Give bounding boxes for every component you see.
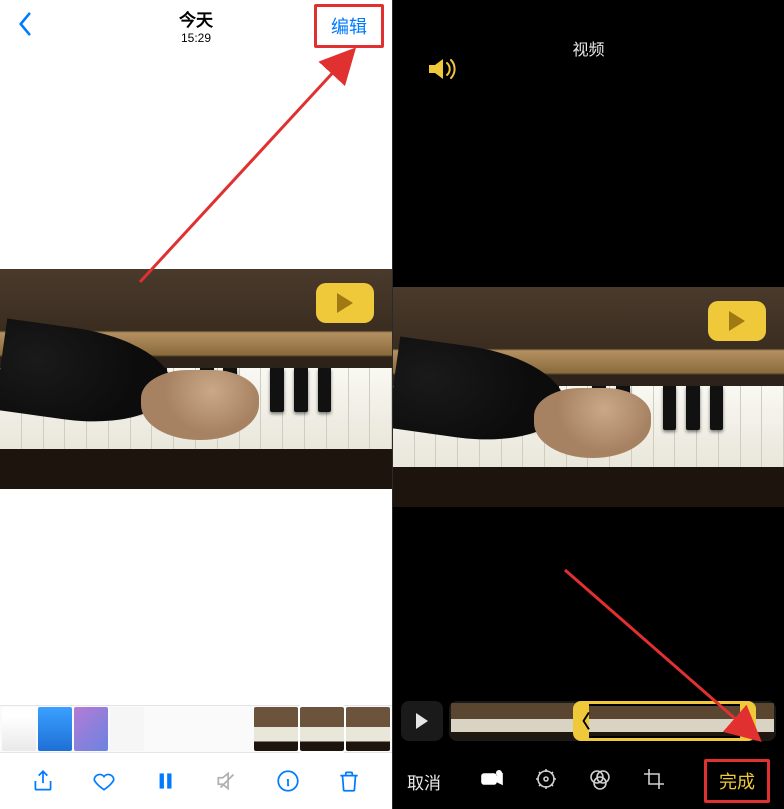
photos-preview-screen: 今天 15:29 编辑 (0, 0, 392, 809)
header-title: 今天 (179, 6, 213, 31)
mute-icon[interactable] (213, 767, 241, 795)
thumbnail-item[interactable] (346, 707, 390, 751)
pause-icon[interactable] (151, 767, 179, 795)
edit-button[interactable]: 编辑 (314, 4, 384, 48)
header-subtitle: 15:29 (179, 31, 213, 45)
crop-icon[interactable] (642, 767, 666, 796)
adjust-dial-icon[interactable] (534, 767, 558, 796)
filters-icon[interactable] (588, 767, 612, 796)
thumbnail-strip[interactable] (0, 705, 392, 753)
cancel-button[interactable]: 取消 (407, 769, 441, 794)
thumbnail-item[interactable] (254, 707, 298, 751)
thumbnail-item[interactable] (110, 707, 144, 751)
video-play-badge-icon (708, 301, 766, 341)
back-chevron-icon[interactable] (8, 12, 42, 41)
done-button[interactable]: 完成 (704, 759, 770, 803)
right-toolbar: 取消 完成 (393, 753, 784, 809)
video-edit-screen: 视频 取消 (392, 0, 784, 809)
trim-timeline[interactable] (449, 701, 776, 741)
timeline-row (401, 697, 776, 745)
share-icon[interactable] (29, 767, 57, 795)
header-title-group: 今天 15:29 (179, 6, 213, 45)
video-thumbnail-image (0, 269, 392, 489)
thumbnail-item[interactable] (2, 707, 36, 751)
thumbnail-item[interactable] (74, 707, 108, 751)
video-thumbnail-image (393, 287, 784, 507)
right-header: 视频 (393, 0, 784, 96)
thumbnail-item-current[interactable] (300, 707, 344, 751)
right-header-title: 视频 (572, 36, 604, 60)
video-play-badge-icon (316, 283, 374, 323)
heart-icon[interactable] (90, 767, 118, 795)
video-mode-icon[interactable] (480, 767, 504, 796)
info-icon[interactable] (274, 767, 302, 795)
trash-icon[interactable] (335, 767, 363, 795)
video-preview[interactable] (0, 269, 392, 489)
left-toolbar (0, 753, 392, 809)
volume-icon[interactable] (427, 56, 457, 87)
video-preview-edit[interactable] (393, 287, 784, 507)
edit-mode-icons (480, 767, 666, 796)
play-button[interactable] (401, 701, 443, 741)
hand-silhouette (141, 370, 259, 440)
left-header: 今天 15:29 编辑 (0, 0, 392, 52)
right-content (393, 96, 784, 697)
left-content (0, 52, 392, 705)
trim-selection-handles[interactable] (573, 701, 756, 741)
thumbnail-item[interactable] (38, 707, 72, 751)
